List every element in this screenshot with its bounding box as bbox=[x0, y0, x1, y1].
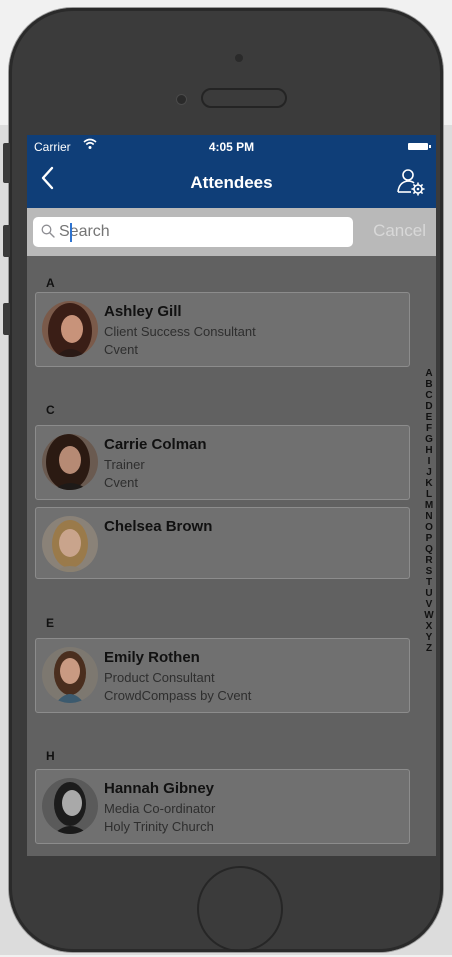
attendee-name: Chelsea Brown bbox=[104, 518, 213, 535]
app-screen: Carrier 4:05 PM Attendees Search Cancel … bbox=[27, 135, 436, 856]
index-letter[interactable]: V bbox=[422, 599, 436, 610]
index-letter[interactable]: G bbox=[422, 434, 436, 445]
index-letter[interactable]: U bbox=[422, 588, 436, 599]
index-letter[interactable]: E bbox=[422, 412, 436, 423]
search-icon bbox=[41, 224, 55, 238]
index-letter[interactable]: H bbox=[422, 445, 436, 456]
home-button[interactable] bbox=[197, 866, 283, 952]
attendee-card[interactable]: Hannah Gibney Media Co-ordinator Holy Tr… bbox=[35, 769, 410, 844]
index-letter[interactable]: D bbox=[422, 401, 436, 412]
attendee-title: Trainer bbox=[104, 457, 145, 472]
volume-up-button bbox=[3, 225, 10, 257]
index-letter[interactable]: R bbox=[422, 555, 436, 566]
index-letter[interactable]: Q bbox=[422, 544, 436, 555]
index-letter[interactable]: T bbox=[422, 577, 436, 588]
attendee-name: Carrie Colman bbox=[104, 436, 207, 453]
attendee-name: Emily Rothen bbox=[104, 649, 200, 666]
avatar bbox=[42, 434, 98, 490]
avatar bbox=[42, 647, 98, 703]
section-header: H bbox=[46, 749, 55, 763]
attendee-company: Holy Trinity Church bbox=[104, 819, 214, 834]
index-letter[interactable]: L bbox=[422, 489, 436, 500]
attendee-card[interactable]: Ashley Gill Client Success Consultant Cv… bbox=[35, 292, 410, 367]
index-letter[interactable]: S bbox=[422, 566, 436, 577]
index-letter[interactable]: B bbox=[422, 379, 436, 390]
search-input[interactable] bbox=[59, 221, 339, 243]
index-letter[interactable]: X bbox=[422, 621, 436, 632]
status-time: 4:05 PM bbox=[208, 140, 255, 154]
search-bar: Cancel bbox=[27, 208, 436, 256]
status-bar: Carrier 4:05 PM bbox=[27, 135, 436, 157]
cancel-button[interactable]: Cancel bbox=[373, 221, 426, 241]
text-cursor bbox=[70, 223, 72, 242]
section-header: C bbox=[46, 403, 55, 417]
index-letter[interactable]: O bbox=[422, 522, 436, 533]
navigation-bar: Attendees bbox=[27, 157, 436, 208]
index-letter[interactable]: M bbox=[422, 500, 436, 511]
mute-switch bbox=[3, 143, 10, 183]
page-title: Attendees bbox=[190, 173, 273, 192]
section-header: E bbox=[46, 616, 55, 630]
search-field[interactable] bbox=[33, 217, 353, 247]
index-letter[interactable]: Z bbox=[422, 643, 436, 654]
index-letter[interactable]: C bbox=[422, 390, 436, 401]
section-header: A bbox=[46, 276, 55, 290]
avatar bbox=[42, 516, 98, 572]
avatar bbox=[42, 301, 98, 357]
index-letter[interactable]: I bbox=[422, 456, 436, 467]
attendee-company: Cvent bbox=[104, 475, 138, 490]
index-letter[interactable]: A bbox=[422, 368, 436, 379]
attendee-name: Ashley Gill bbox=[104, 303, 182, 320]
attendee-title: Product Consultant bbox=[104, 670, 215, 685]
attendee-card[interactable]: Emily Rothen Product Consultant CrowdCom… bbox=[35, 638, 410, 713]
volume-down-button bbox=[3, 303, 10, 335]
attendee-company: Cvent bbox=[104, 342, 138, 357]
sensor bbox=[176, 94, 187, 105]
index-letter[interactable]: F bbox=[422, 423, 436, 434]
index-letter[interactable]: P bbox=[422, 533, 436, 544]
index-letter[interactable]: W bbox=[422, 610, 436, 621]
index-letter[interactable]: N bbox=[422, 511, 436, 522]
attendee-title: Client Success Consultant bbox=[104, 324, 256, 339]
attendee-card[interactable]: Chelsea Brown bbox=[35, 507, 410, 579]
avatar bbox=[42, 778, 98, 834]
alphabet-index[interactable]: ABCDEFGHIJKLMNOPQRSTUVWXYZ bbox=[422, 368, 436, 654]
index-letter[interactable]: J bbox=[422, 467, 436, 478]
attendee-title: Media Co-ordinator bbox=[104, 801, 216, 816]
attendee-name: Hannah Gibney bbox=[104, 780, 215, 797]
user-settings-icon[interactable] bbox=[396, 167, 426, 197]
camera bbox=[235, 54, 243, 62]
index-letter[interactable]: Y bbox=[422, 632, 436, 643]
index-letter[interactable]: K bbox=[422, 478, 436, 489]
battery-icon bbox=[408, 143, 431, 150]
attendee-card[interactable]: Carrie Colman Trainer Cvent bbox=[35, 425, 410, 500]
speaker bbox=[201, 88, 287, 108]
attendee-company: CrowdCompass by Cvent bbox=[104, 688, 252, 703]
